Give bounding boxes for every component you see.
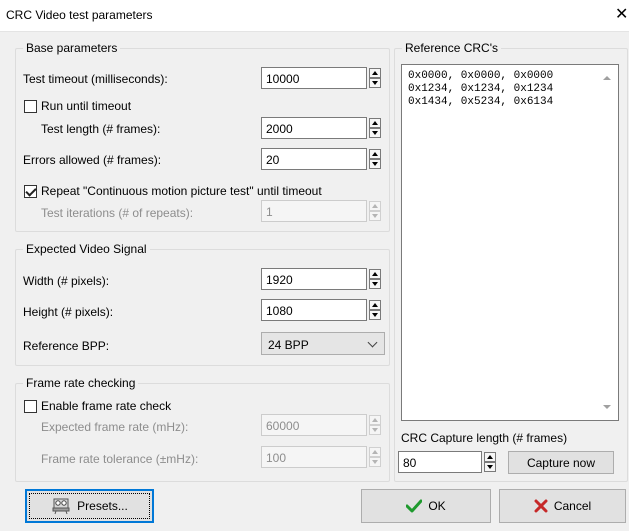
expected-frame-rate-stepper[interactable] (369, 415, 381, 435)
expected-frame-rate-label: Expected frame rate (mHz): (41, 420, 189, 434)
stepper-down-icon[interactable] (369, 457, 381, 467)
enable-frame-rate-label[interactable]: Enable frame rate check (41, 399, 171, 413)
height-label: Height (# pixels): (23, 305, 114, 319)
width-stepper[interactable] (369, 269, 381, 289)
cancel-label: Cancel (553, 499, 592, 513)
stepper-down-icon[interactable] (369, 128, 381, 138)
test-iterations-stepper[interactable] (369, 201, 381, 221)
reference-crc-legend: Reference CRC's (402, 41, 501, 55)
reference-bpp-label: Reference BPP: (23, 339, 110, 353)
capture-now-label: Capture now (526, 455, 596, 470)
frame-rate-tolerance-label: Frame rate tolerance (±mHz): (41, 452, 199, 466)
height-stepper[interactable] (369, 300, 381, 320)
timeout-stepper[interactable] (369, 68, 381, 88)
capture-length-stepper[interactable] (484, 452, 496, 472)
repeat-checkbox[interactable] (24, 185, 37, 198)
stepper-down-icon[interactable] (369, 211, 381, 221)
stepper-up-icon[interactable] (369, 68, 381, 78)
stepper-down-icon[interactable] (369, 310, 381, 320)
crc-line: 0x1434, 0x5234, 0x6134 (408, 96, 554, 108)
stepper-down-icon[interactable] (369, 425, 381, 435)
width-input[interactable]: 1920 (261, 268, 367, 290)
frame-rate-tolerance-stepper[interactable] (369, 447, 381, 467)
cancel-x-icon (534, 499, 548, 513)
test-length-stepper[interactable] (369, 118, 381, 138)
stepper-up-icon[interactable] (369, 269, 381, 279)
reference-crc-textarea[interactable]: 0x0000, 0x0000, 0x0000 0x1234, 0x1234, 0… (401, 64, 619, 421)
scroll-down-icon[interactable] (603, 405, 611, 409)
test-length-input[interactable]: 2000 (261, 117, 367, 139)
stepper-up-icon[interactable] (369, 118, 381, 128)
presets-button[interactable]: Presets... (25, 489, 154, 523)
title-bar: CRC Video test parameters ✕ (0, 0, 629, 32)
ok-button[interactable]: OK (361, 489, 491, 523)
stepper-down-icon[interactable] (369, 279, 381, 289)
frame-rate-tolerance-input[interactable]: 100 (261, 446, 367, 468)
enable-frame-rate-checkbox[interactable] (24, 400, 37, 413)
run-until-timeout-checkbox[interactable] (24, 100, 37, 113)
window-title: CRC Video test parameters (6, 8, 153, 22)
timeout-input[interactable]: 10000 (261, 67, 367, 89)
stepper-up-icon[interactable] (484, 452, 496, 462)
test-length-label: Test length (# frames): (41, 122, 161, 136)
stepper-up-icon[interactable] (369, 447, 381, 457)
errors-allowed-input[interactable]: 20 (261, 148, 367, 170)
presets-icon (52, 498, 70, 515)
crc-line: 0x1234, 0x1234, 0x1234 (408, 83, 554, 95)
capture-length-label: CRC Capture length (# frames) (401, 431, 568, 445)
timeout-label: Test timeout (milliseconds): (23, 72, 168, 86)
checkmark-icon (406, 499, 423, 513)
close-icon[interactable]: ✕ (615, 4, 629, 26)
repeat-label[interactable]: Repeat "Continuous motion picture test" … (41, 184, 322, 198)
stepper-down-icon[interactable] (369, 159, 381, 169)
capture-length-input[interactable]: 80 (398, 451, 482, 473)
video-signal-legend: Expected Video Signal (23, 242, 150, 256)
scroll-up-icon[interactable] (603, 76, 611, 80)
reference-bpp-select[interactable]: 24 BPP (261, 332, 385, 355)
errors-allowed-label: Errors allowed (# frames): (23, 153, 162, 167)
crc-line: 0x0000, 0x0000, 0x0000 (408, 70, 554, 82)
base-parameters-legend: Base parameters (23, 41, 121, 55)
test-iterations-input[interactable]: 1 (261, 200, 367, 222)
width-label: Width (# pixels): (23, 274, 110, 288)
reference-bpp-value: 24 BPP (268, 338, 309, 352)
capture-now-button[interactable]: Capture now (508, 451, 614, 474)
presets-label: Presets... (77, 499, 128, 513)
frame-rate-legend: Frame rate checking (23, 376, 139, 390)
run-until-timeout-label[interactable]: Run until timeout (41, 99, 131, 113)
stepper-up-icon[interactable] (369, 415, 381, 425)
cancel-button[interactable]: Cancel (499, 489, 626, 523)
stepper-down-icon[interactable] (484, 462, 496, 472)
chevron-down-icon (367, 337, 378, 348)
test-iterations-label: Test iterations (# of repeats): (41, 206, 194, 220)
height-input[interactable]: 1080 (261, 299, 367, 321)
stepper-down-icon[interactable] (369, 78, 381, 88)
stepper-up-icon[interactable] (369, 149, 381, 159)
errors-allowed-stepper[interactable] (369, 149, 381, 169)
expected-frame-rate-input[interactable]: 60000 (261, 414, 367, 436)
stepper-up-icon[interactable] (369, 201, 381, 211)
ok-label: OK (428, 499, 446, 513)
stepper-up-icon[interactable] (369, 300, 381, 310)
